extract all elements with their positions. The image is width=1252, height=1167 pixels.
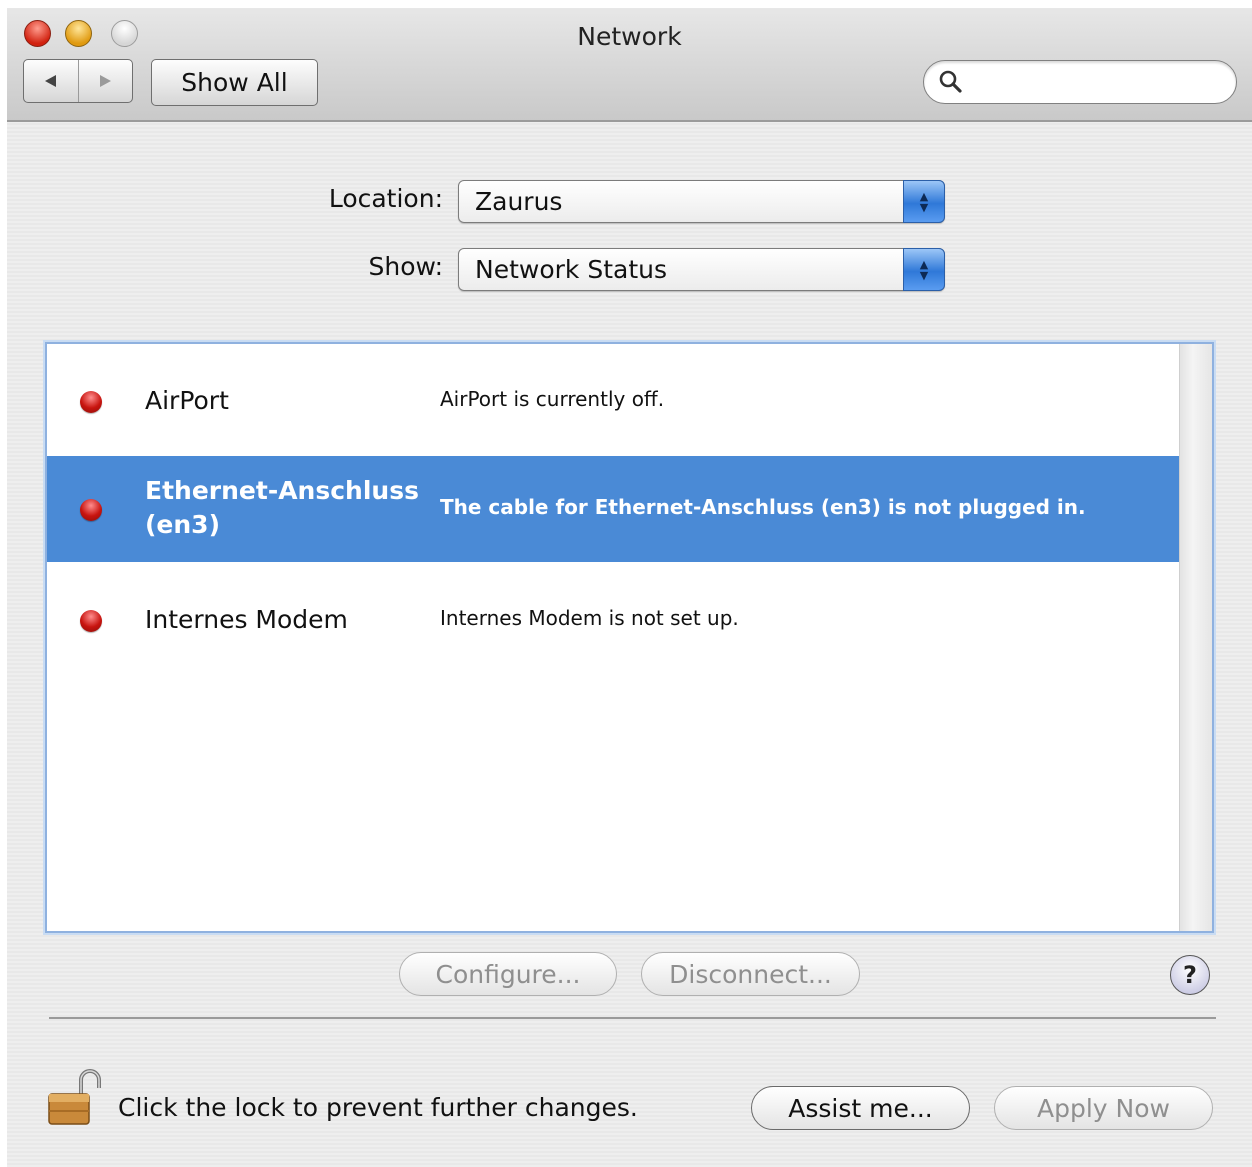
search-icon — [939, 70, 962, 93]
list-item-airport[interactable]: AirPort AirPort is currently off. — [47, 344, 1180, 456]
forward-button[interactable] — [77, 60, 133, 102]
assist-me-button[interactable]: Assist me... — [751, 1086, 970, 1130]
help-button[interactable]: ? — [1170, 955, 1210, 995]
location-value: Zaurus — [475, 187, 563, 216]
popup-arrows-icon: ▲ ▼ — [903, 248, 945, 291]
service-status: The cable for Ethernet-Anschluss (en3) i… — [440, 495, 1086, 519]
location-popup[interactable]: Zaurus ▲ ▼ — [458, 180, 945, 223]
service-name: Internes Modem — [145, 605, 348, 634]
show-popup[interactable]: Network Status ▲ ▼ — [458, 248, 945, 291]
back-arrow-icon — [44, 75, 56, 87]
forward-arrow-icon — [100, 75, 112, 87]
show-all-button[interactable]: Show All — [151, 59, 318, 106]
list-item-modem[interactable]: Internes Modem Internes Modem is not set… — [47, 562, 1180, 674]
service-status: AirPort is currently off. — [440, 387, 665, 411]
network-preferences-window: Network Show All Location: Zaurus ▲ ▼ Sho… — [7, 8, 1252, 1167]
service-name: Ethernet-Anschluss (en3) — [145, 476, 419, 539]
divider — [49, 1017, 1216, 1019]
search-input[interactable] — [970, 67, 1224, 99]
lock-message: Click the lock to prevent further change… — [118, 1093, 638, 1122]
list-scrollbar[interactable] — [1179, 344, 1212, 931]
disconnect-button[interactable]: Disconnect... — [641, 952, 860, 996]
network-status-list: AirPort AirPort is currently off. Ethern… — [45, 342, 1214, 933]
status-red-icon — [80, 610, 102, 632]
status-red-icon — [80, 499, 102, 521]
location-label: Location: — [328, 184, 443, 213]
service-name: AirPort — [145, 386, 229, 415]
search-field[interactable] — [923, 60, 1237, 104]
title-bar[interactable]: Network Show All — [7, 8, 1252, 122]
back-forward-control — [23, 59, 133, 103]
status-red-icon — [80, 391, 102, 413]
service-status: Internes Modem is not set up. — [440, 606, 739, 630]
lock-icon[interactable] — [45, 1064, 103, 1128]
show-value: Network Status — [475, 255, 667, 284]
configure-button[interactable]: Configure... — [399, 952, 617, 996]
back-button[interactable] — [24, 60, 78, 102]
list-item-ethernet[interactable]: Ethernet-Anschluss (en3) The cable for E… — [47, 456, 1180, 562]
window-title: Network — [577, 22, 682, 51]
apply-now-button[interactable]: Apply Now — [994, 1086, 1213, 1130]
popup-arrows-icon: ▲ ▼ — [903, 180, 945, 223]
show-label: Show: — [368, 252, 443, 281]
